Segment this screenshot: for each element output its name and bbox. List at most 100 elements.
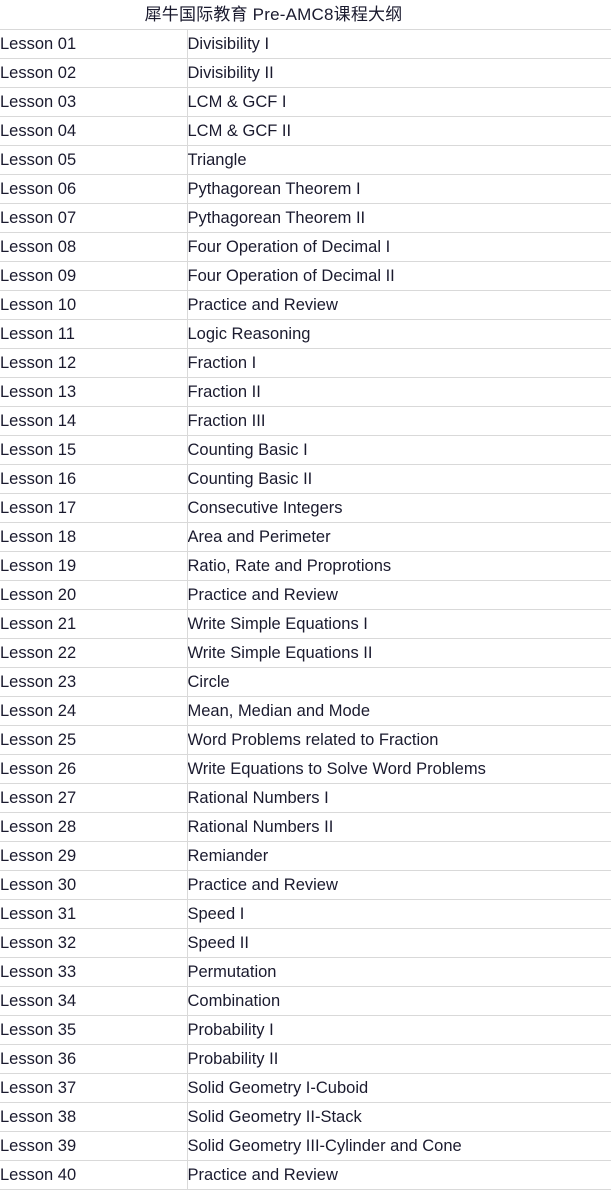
lesson-number-cell: Lesson 01	[0, 29, 188, 59]
table-row: Lesson 03 LCM & GCF I	[0, 87, 611, 117]
lesson-number-cell: Lesson 08	[0, 232, 188, 262]
table-row: Lesson 16 Counting Basic II	[0, 464, 611, 494]
lesson-topic-cell: Area and Perimeter	[187, 522, 611, 552]
lesson-number-cell: Lesson 12	[0, 348, 188, 378]
lesson-number-cell: Lesson 03	[0, 87, 188, 117]
lesson-number-cell: Lesson 24	[0, 696, 188, 726]
table-row: Lesson 30 Practice and Review	[0, 870, 611, 900]
lesson-number-cell: Lesson 25	[0, 725, 188, 755]
table-row: Lesson 17 Consecutive Integers	[0, 493, 611, 523]
lesson-topic-cell: Solid Geometry III-Cylinder and Cone	[187, 1131, 611, 1161]
lesson-topic-cell: LCM & GCF I	[187, 87, 611, 117]
table-row: Lesson 34 Combination	[0, 986, 611, 1016]
lesson-topic-cell: Divisibility II	[187, 58, 611, 88]
table-row: Lesson 36 Probability II	[0, 1044, 611, 1074]
table-row: Lesson 32 Speed II	[0, 928, 611, 958]
lesson-number-cell: Lesson 31	[0, 899, 188, 929]
lesson-topic-cell: Speed I	[187, 899, 611, 929]
lesson-topic-cell: Combination	[187, 986, 611, 1016]
lesson-topic-cell: Remiander	[187, 841, 611, 871]
lesson-topic-cell: Four Operation of Decimal I	[187, 232, 611, 262]
lesson-topic-cell: Probability II	[187, 1044, 611, 1074]
lesson-number-cell: Lesson 06	[0, 174, 188, 204]
lesson-topic-cell: Logic Reasoning	[187, 319, 611, 349]
table-row: Lesson 07 Pythagorean Theorem II	[0, 203, 611, 233]
lesson-number-cell: Lesson 27	[0, 783, 188, 813]
table-row: Lesson 11 Logic Reasoning	[0, 319, 611, 349]
lesson-topic-cell: Four Operation of Decimal II	[187, 261, 611, 291]
lesson-number-cell: Lesson 29	[0, 841, 188, 871]
lesson-topic-cell: Write Equations to Solve Word Problems	[187, 754, 611, 784]
lesson-number-cell: Lesson 16	[0, 464, 188, 494]
table-row: Lesson 12 Fraction I	[0, 348, 611, 378]
lesson-number-cell: Lesson 19	[0, 551, 188, 581]
lesson-number-cell: Lesson 26	[0, 754, 188, 784]
lesson-topic-cell: Solid Geometry II-Stack	[187, 1102, 611, 1132]
lesson-number-cell: Lesson 14	[0, 406, 188, 436]
table-row: Lesson 09 Four Operation of Decimal II	[0, 261, 611, 291]
lesson-number-cell: Lesson 17	[0, 493, 188, 523]
table-row: Lesson 20 Practice and Review	[0, 580, 611, 610]
lesson-number-cell: Lesson 07	[0, 203, 188, 233]
lesson-number-cell: Lesson 02	[0, 58, 188, 88]
lesson-topic-cell: Ratio, Rate and Proprotions	[187, 551, 611, 581]
lesson-number-cell: Lesson 37	[0, 1073, 188, 1103]
lesson-number-cell: Lesson 35	[0, 1015, 188, 1045]
lesson-topic-cell: Practice and Review	[187, 580, 611, 610]
table-row: Lesson 13 Fraction II	[0, 377, 611, 407]
table-row: Lesson 39 Solid Geometry III-Cylinder and…	[0, 1131, 611, 1161]
table-row: Lesson 19 Ratio, Rate and Proprotions	[0, 551, 611, 581]
lesson-topic-cell: LCM & GCF II	[187, 116, 611, 146]
table-row: Lesson 40 Practice and Review	[0, 1160, 611, 1190]
lesson-number-cell: Lesson 05	[0, 145, 188, 175]
lesson-topic-cell: Consecutive Integers	[187, 493, 611, 523]
lesson-topic-cell: Permutation	[187, 957, 611, 987]
table-row: Lesson 15 Counting Basic I	[0, 435, 611, 465]
lesson-topic-cell: Fraction III	[187, 406, 611, 436]
page-title: 犀牛国际教育 Pre-AMC8课程大纲	[0, 0, 611, 30]
table-row: Lesson 27 Rational Numbers I	[0, 783, 611, 813]
lesson-number-cell: Lesson 33	[0, 957, 188, 987]
table-row: Lesson 14 Fraction III	[0, 406, 611, 436]
lesson-number-cell: Lesson 10	[0, 290, 188, 320]
table-row: Lesson 35 Probability I	[0, 1015, 611, 1045]
table-row: Lesson 33 Permutation	[0, 957, 611, 987]
lesson-topic-cell: Practice and Review	[187, 1160, 611, 1190]
lesson-topic-cell: Probability I	[187, 1015, 611, 1045]
lesson-topic-cell: Write Simple Equations I	[187, 609, 611, 639]
lesson-topic-cell: Practice and Review	[187, 870, 611, 900]
lesson-topic-cell: Divisibility I	[187, 29, 611, 59]
lesson-topic-cell: Speed II	[187, 928, 611, 958]
table-row: Lesson 08 Four Operation of Decimal I	[0, 232, 611, 262]
table-row: Lesson 18 Area and Perimeter	[0, 522, 611, 552]
lesson-number-cell: Lesson 23	[0, 667, 188, 697]
table-row: Lesson 26 Write Equations to Solve Word P…	[0, 754, 611, 784]
lesson-number-cell: Lesson 32	[0, 928, 188, 958]
lesson-topic-cell: Solid Geometry I-Cuboid	[187, 1073, 611, 1103]
lesson-topic-cell: Write Simple Equations II	[187, 638, 611, 668]
table-row: Lesson 04 LCM & GCF II	[0, 116, 611, 146]
lesson-number-cell: Lesson 36	[0, 1044, 188, 1074]
table-row: Lesson 24 Mean, Median and Mode	[0, 696, 611, 726]
lesson-number-cell: Lesson 38	[0, 1102, 188, 1132]
lesson-number-cell: Lesson 09	[0, 261, 188, 291]
table-row: Lesson 38 Solid Geometry II-Stack	[0, 1102, 611, 1132]
syllabus-table: 犀牛国际教育 Pre-AMC8课程大纲 Lesson 01 Divisibilit…	[0, 0, 611, 1190]
lesson-topic-cell: Fraction I	[187, 348, 611, 378]
table-row: Lesson 02 Divisibility II	[0, 58, 611, 88]
table-row: Lesson 29 Remiander	[0, 841, 611, 871]
table-row: Lesson 01 Divisibility I	[0, 29, 611, 59]
lesson-number-cell: Lesson 21	[0, 609, 188, 639]
lesson-number-cell: Lesson 40	[0, 1160, 188, 1190]
lesson-number-cell: Lesson 28	[0, 812, 188, 842]
syllabus-table-body: 犀牛国际教育 Pre-AMC8课程大纲 Lesson 01 Divisibilit…	[0, 0, 611, 1190]
lesson-number-cell: Lesson 04	[0, 116, 188, 146]
lesson-number-cell: Lesson 30	[0, 870, 188, 900]
table-row: Lesson 22 Write Simple Equations II	[0, 638, 611, 668]
table-row: Lesson 31 Speed I	[0, 899, 611, 929]
table-row: Lesson 05 Triangle	[0, 145, 611, 175]
lesson-number-cell: Lesson 15	[0, 435, 188, 465]
lesson-topic-cell: Practice and Review	[187, 290, 611, 320]
lesson-number-cell: Lesson 22	[0, 638, 188, 668]
lesson-number-cell: Lesson 34	[0, 986, 188, 1016]
